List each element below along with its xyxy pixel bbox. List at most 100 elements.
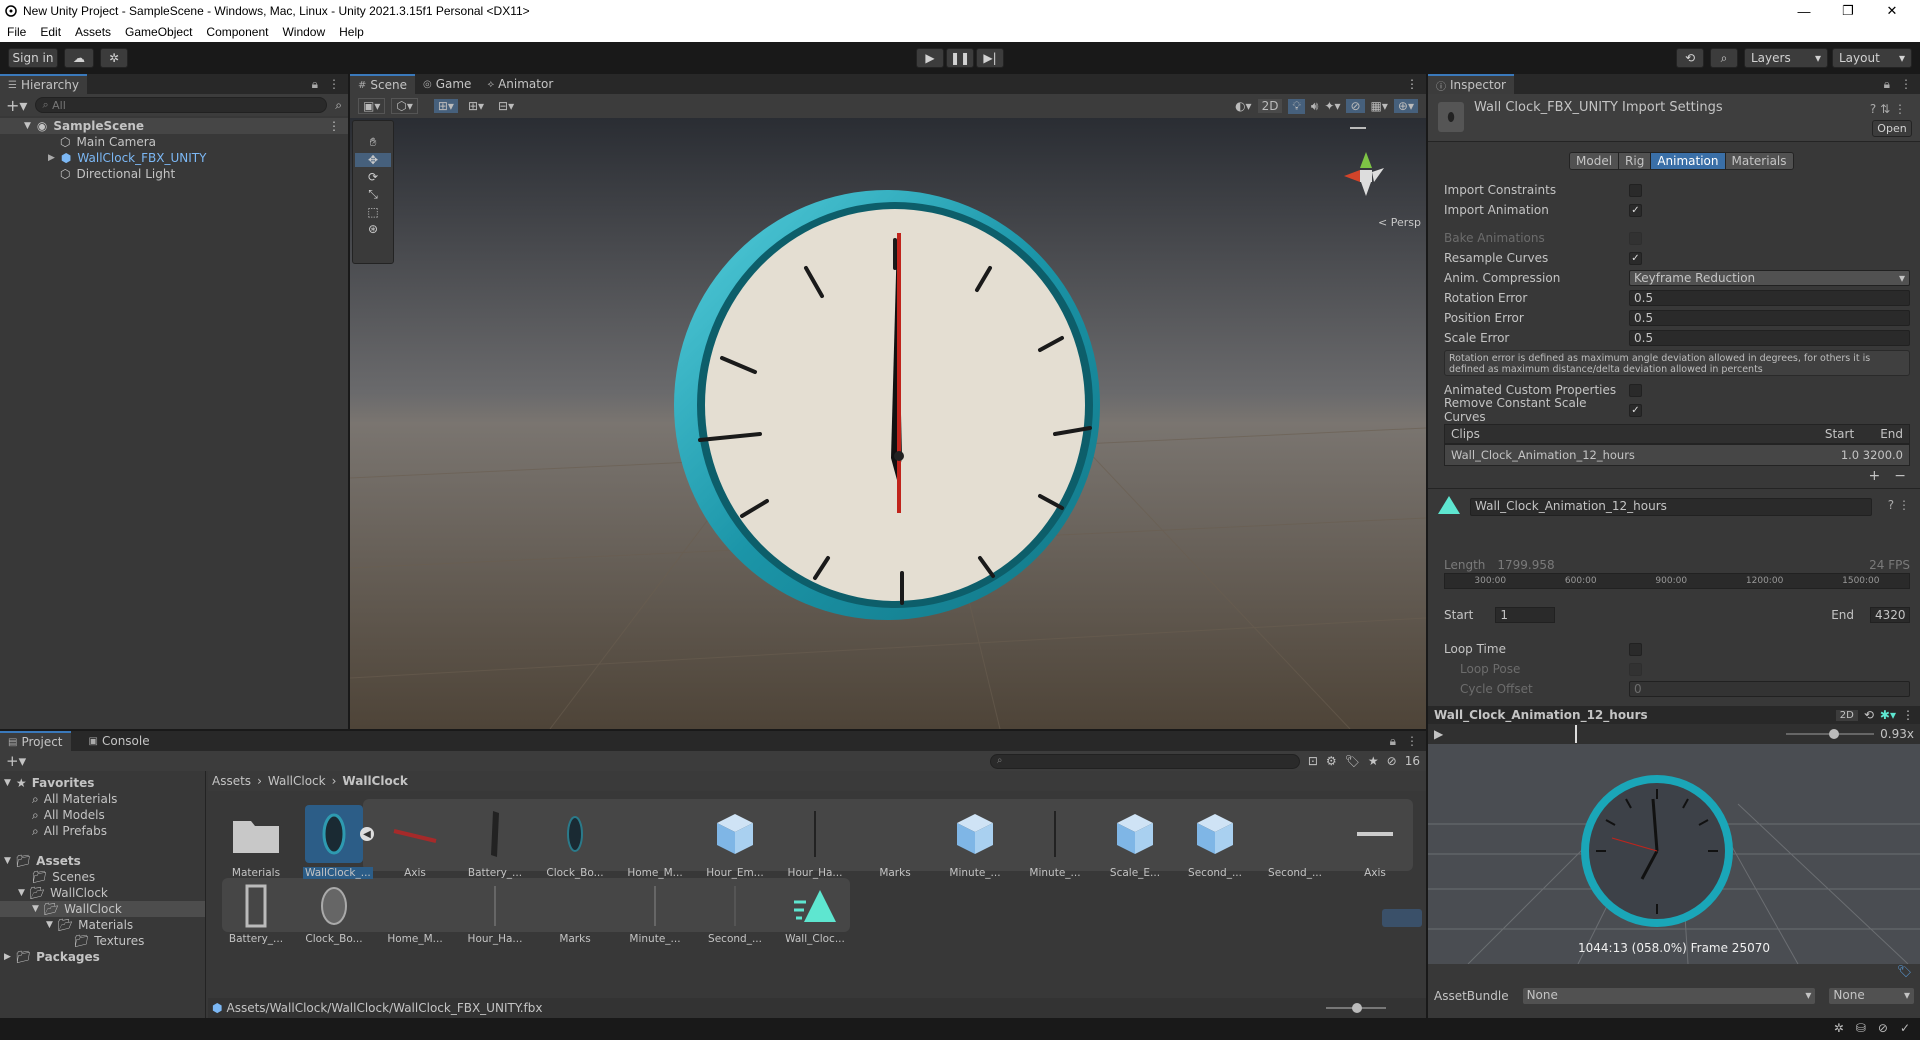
add-icon[interactable]: +▾ [6, 96, 27, 115]
close-icon[interactable]: ✕ [1870, 0, 1914, 22]
debug-icon[interactable]: ✲ [1834, 1021, 1844, 1035]
move-tool-icon[interactable]: ✥ [355, 153, 391, 167]
expand-arrow-icon[interactable]: ▶ [48, 153, 55, 163]
scale-tool-icon[interactable]: ⤡ [368, 187, 378, 202]
hierarchy-item-wallclock[interactable]: ▶ ⬢ WallClock_FBX_UNITY [0, 150, 348, 166]
preview-play-button[interactable]: ▶ [1434, 727, 1443, 741]
anim-compression-dropdown[interactable]: Keyframe Reduction ▾ [1629, 270, 1910, 286]
kebab-menu-icon[interactable]: ⋮ [1406, 74, 1418, 94]
collab-icon[interactable]: ✲ [100, 48, 128, 68]
slider-knob[interactable] [1352, 1003, 1362, 1013]
add-icon[interactable]: +▾ [6, 752, 26, 770]
draw-mode-icon[interactable]: ▣▾ [358, 98, 386, 114]
custom-properties-checkbox[interactable] [1629, 383, 1642, 397]
position-error-field[interactable]: 0.5 [1629, 310, 1910, 326]
menu-gameobject[interactable]: GameObject [118, 25, 199, 39]
expand-arrow-icon[interactable]: ▼ [4, 778, 11, 788]
asset-tile[interactable]: Materials [225, 805, 287, 879]
end-field[interactable]: 4320 [1870, 607, 1910, 623]
favorite-all-models[interactable]: ⌕ All Models [0, 807, 205, 823]
asset-tile[interactable]: Battery_... [464, 805, 526, 879]
shading-icon[interactable]: ◐▾ [1235, 99, 1252, 113]
expand-arrow-icon[interactable]: ▶ [4, 952, 11, 962]
cache-icon[interactable]: ⛁ [1856, 1021, 1866, 1035]
clip-list-item[interactable]: Wall_Clock_Animation_12_hours 1.0 3200.0 [1444, 444, 1910, 466]
tab-project[interactable]: ▤ Project [0, 731, 71, 751]
hierarchy-item-main-camera[interactable]: ⬡ Main Camera [0, 134, 348, 150]
maximize-icon[interactable]: ❐ [1826, 0, 1870, 22]
asset-tile[interactable]: Wall_Cloc... [784, 883, 846, 945]
asset-tile[interactable]: Scale_E... [1104, 805, 1166, 879]
search-by-label-icon[interactable]: ⚙ [1326, 754, 1337, 768]
lock-icon[interactable]: 🔒︎ [312, 77, 318, 92]
avatar-icon[interactable]: ✱▾ [1880, 708, 1896, 722]
rotation-error-field[interactable]: 0.5 [1629, 290, 1910, 306]
pivot-icon[interactable]: ⟲ [1864, 708, 1874, 722]
label-icon[interactable]: 🏷︎ [1345, 754, 1360, 768]
gizmos-icon[interactable]: ⊕▾ [1393, 99, 1418, 113]
rotate-tool-icon[interactable]: ⟳ [368, 170, 378, 184]
transform-tool-icon[interactable]: ⊛ [368, 222, 378, 236]
checkmark-icon[interactable]: ✓ [1900, 1021, 1910, 1035]
tab-animation[interactable]: Animation [1650, 153, 1725, 169]
start-field[interactable]: 1 [1495, 607, 1556, 623]
rect-tool-icon[interactable]: ⬚ [367, 205, 378, 219]
remove-scale-checkbox[interactable]: ✓ [1629, 403, 1642, 417]
asset-tile[interactable]: Second_... [704, 883, 766, 945]
kebab-menu-icon[interactable]: ⋮ [328, 119, 340, 133]
folder-packages[interactable]: ▶ 📁︎ Packages [0, 949, 205, 965]
visibility-icon[interactable]: ⊘ [1346, 99, 1365, 113]
play-button[interactable]: ▶ [916, 48, 944, 68]
preview-2d-button[interactable]: 2D [1835, 709, 1858, 721]
favorite-all-prefabs[interactable]: ⌕ All Prefabs [0, 823, 205, 839]
resample-curves-checkbox[interactable]: ✓ [1629, 251, 1642, 265]
cloud-icon[interactable]: ☁ [64, 48, 94, 68]
hierarchy-item-directional-light[interactable]: ⬡ Directional Light [0, 166, 348, 182]
step-button[interactable]: ▶| [976, 48, 1004, 68]
hand-tool-icon[interactable]: ✋︎ [370, 135, 377, 150]
progress-icon[interactable]: ⊘ [1878, 1021, 1888, 1035]
project-search-input[interactable]: ⌕ [989, 753, 1300, 769]
asset-tile[interactable]: Minute_... [944, 805, 1006, 879]
kebab-menu-icon[interactable]: ⋮ [1406, 734, 1418, 748]
slider-knob[interactable] [1829, 729, 1840, 739]
layout-dropdown[interactable]: Layout ▾ [1832, 48, 1912, 68]
folder-wallclock-sub[interactable]: ▼ 📂︎ WallClock [0, 901, 205, 917]
assetbundle-variant-dropdown[interactable]: None ▾ [1829, 988, 1914, 1004]
asset-tile[interactable]: WallClock_... [303, 805, 373, 879]
asset-tile[interactable]: Clock_Bo... [303, 883, 365, 945]
tab-console[interactable]: ▣ Console [81, 731, 158, 751]
speed-slider[interactable] [1786, 729, 1875, 739]
menu-window[interactable]: Window [275, 25, 332, 39]
persp-label[interactable]: < Persp [1378, 216, 1421, 229]
expand-arrow-icon[interactable]: ▼ [18, 888, 25, 898]
search-icon[interactable]: ⌕ [1710, 48, 1738, 68]
preset-icon[interactable]: ⇅ [1880, 102, 1890, 116]
history-icon[interactable]: ⟲ [1676, 48, 1704, 68]
render-mode-icon[interactable]: ⬡▾ [391, 98, 418, 114]
animation-preview-viewport[interactable]: 1044:13 (058.0%) Frame 25070 [1428, 744, 1920, 964]
expand-arrow-icon[interactable]: ▼ [32, 904, 39, 914]
lock-icon[interactable]: 🔒︎ [1390, 734, 1396, 749]
help-icon[interactable]: ? [1888, 498, 1894, 512]
scene-row[interactable]: ▼ ◉ SampleScene ⋮ [0, 118, 348, 134]
asset-tile[interactable]: Hour_Ha... [464, 883, 526, 945]
pause-button[interactable]: ❚❚ [946, 48, 974, 68]
menu-edit[interactable]: Edit [33, 25, 68, 39]
kebab-menu-icon[interactable]: ⋮ [1894, 102, 1906, 116]
favorite-star-icon[interactable]: ★ [1368, 754, 1379, 768]
asset-tile[interactable]: Second_... [1264, 805, 1326, 879]
collapse-arrow-icon[interactable]: ◀ [360, 827, 374, 841]
search-by-type-icon[interactable]: ⊡ [1308, 754, 1318, 768]
asset-tile[interactable]: Second_... [1184, 805, 1246, 879]
asset-tile[interactable]: Home_M... [384, 883, 446, 945]
asset-tile[interactable]: Axis [1344, 805, 1406, 879]
sign-in-button[interactable]: Sign in [8, 48, 58, 68]
camera-icon[interactable]: ▦▾ [1371, 99, 1388, 113]
lock-icon[interactable]: 🔒︎ [1884, 77, 1890, 92]
open-button[interactable]: Open [1872, 120, 1912, 137]
breadcrumb-item[interactable]: WallClock [268, 774, 326, 788]
minimize-icon[interactable]: — [1782, 0, 1826, 22]
folder-assets[interactable]: ▼ 📁︎ Assets [0, 853, 205, 869]
remove-clip-button[interactable]: − [1894, 468, 1906, 484]
